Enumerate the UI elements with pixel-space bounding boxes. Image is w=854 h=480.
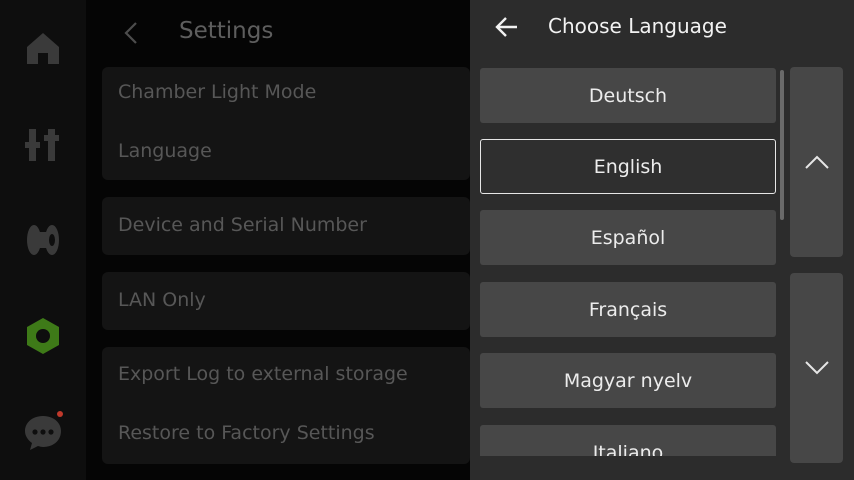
- sliders-icon: [25, 129, 59, 161]
- setting-device-serial[interactable]: Device and Serial Number: [118, 214, 367, 236]
- setting-export-log[interactable]: Export Log to external storage: [118, 363, 408, 385]
- language-option-espanol[interactable]: Español: [480, 210, 776, 265]
- arrow-left-icon[interactable]: [494, 14, 520, 40]
- nav-filament[interactable]: [17, 214, 69, 266]
- settings-group-network: LAN Only: [102, 272, 470, 330]
- settings-panel: Settings Chamber Light Mode Language Dev…: [86, 0, 470, 480]
- language-list-scrollbar[interactable]: [780, 70, 784, 220]
- language-option-deutsch[interactable]: Deutsch: [480, 68, 776, 123]
- language-option-francais[interactable]: Français: [480, 282, 776, 337]
- page-down-button[interactable]: [790, 273, 843, 463]
- settings-header: Settings: [86, 0, 470, 64]
- settings-group-display: Chamber Light Mode Language: [102, 67, 470, 180]
- page-title: Settings: [179, 18, 274, 44]
- setting-restore-factory[interactable]: Restore to Factory Settings: [118, 422, 375, 444]
- language-dialog: Choose Language Deutsch English Español …: [470, 0, 854, 480]
- language-option-english[interactable]: English: [480, 139, 776, 194]
- notification-dot: [57, 411, 63, 417]
- setting-language[interactable]: Language: [118, 140, 212, 162]
- chevron-left-icon[interactable]: [122, 20, 140, 46]
- nav-controls[interactable]: [17, 118, 69, 170]
- language-list: Deutsch English Español Français Magyar …: [480, 68, 778, 456]
- hex-nut-settings-icon: [27, 318, 59, 354]
- filament-spool-icon: [27, 225, 59, 255]
- chat-bubble-icon: [25, 411, 63, 450]
- dialog-title: Choose Language: [548, 14, 727, 38]
- setting-chamber-light-mode[interactable]: Chamber Light Mode: [118, 81, 316, 103]
- language-option-italiano[interactable]: Italiano: [480, 425, 776, 456]
- nav-settings[interactable]: [17, 310, 69, 362]
- chevron-down-icon: [804, 361, 829, 375]
- nav-messages[interactable]: [17, 406, 69, 458]
- chevron-up-icon: [804, 155, 829, 169]
- home-icon: [27, 33, 59, 64]
- page-up-button[interactable]: [790, 67, 843, 257]
- nav-home[interactable]: [17, 22, 69, 74]
- settings-group-maintenance: Export Log to external storage Restore t…: [102, 347, 470, 464]
- language-option-magyar[interactable]: Magyar nyelv: [480, 353, 776, 408]
- settings-group-device: Device and Serial Number: [102, 197, 470, 255]
- nav-rail: [0, 0, 86, 480]
- setting-lan-only[interactable]: LAN Only: [118, 289, 206, 311]
